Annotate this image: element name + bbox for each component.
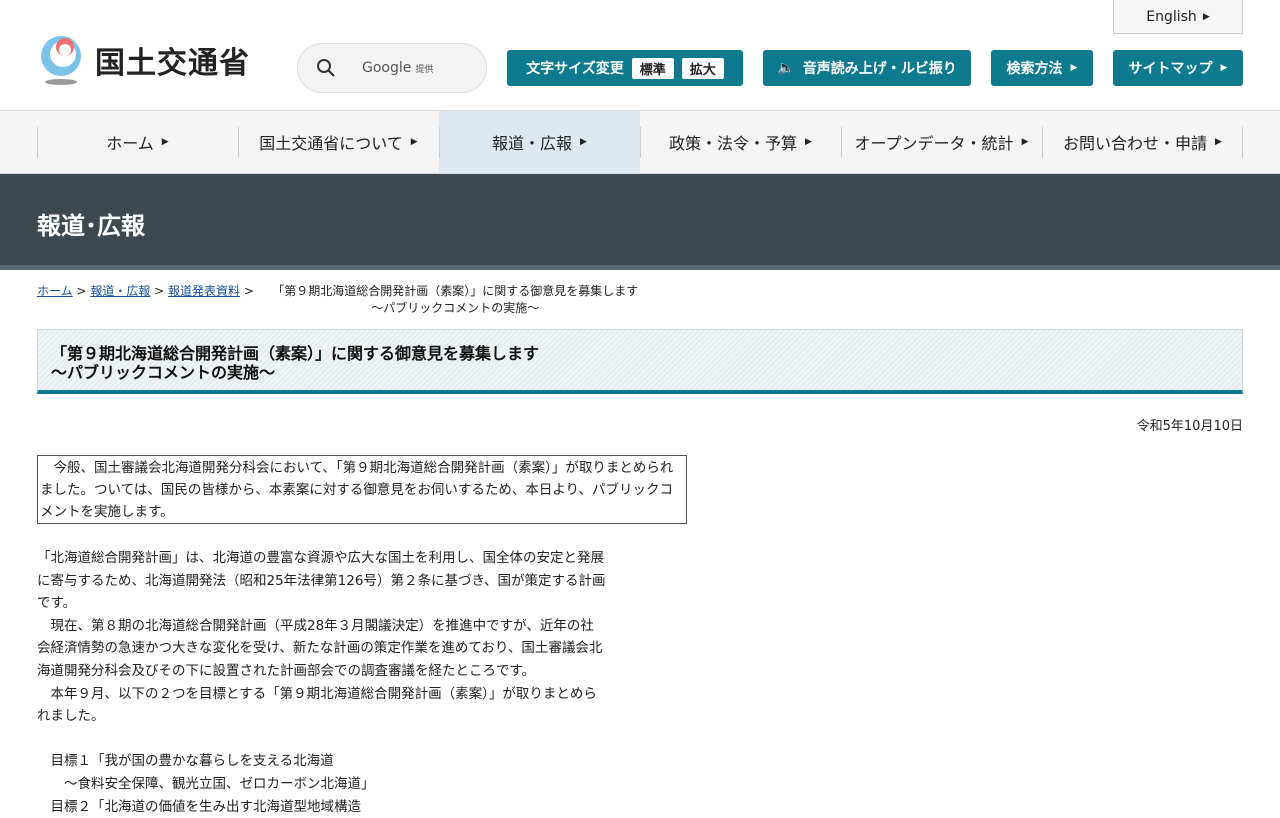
triangle-right-icon: ▶ [410,137,418,147]
font-large-button[interactable]: 拡大 [681,57,724,79]
nav-label: 国土交通省について [259,134,403,153]
title-line1: 「第９期北海道総合開発計画（素案）」に関する御意見を募集します [51,344,540,363]
goal-2: 目標２「北海道の価値を生み出す北海道型地域構造 [37,798,361,815]
body-paragraph: 「北海道総合開発計画」は、北海道の豊富な資源や広大な国土を利用し、国全体の安定と… [37,550,606,612]
nav-contact[interactable]: お問い合わせ・申請 ▶ [1042,111,1243,173]
nav-press[interactable]: 報道・広報 ▶ [439,111,640,173]
section-banner: 報道･広報 [0,174,1280,270]
breadcrumb-current-line1: 「第９期北海道総合開発計画（素案）」に関する御意見を募集します [272,284,639,298]
release-date: 令和5年10月10日 [1136,419,1243,434]
nav-label: お問い合わせ・申請 [1063,134,1208,153]
nav-label: 政策・法令・予算 [669,134,798,153]
font-size-label: 文字サイズ変更 [526,61,624,77]
nav-label: ホーム [106,134,154,153]
triangle-right-icon: ▶ [805,137,812,147]
body-blank [37,728,607,751]
triangle-right-icon: ▶ [1220,63,1228,73]
font-size-control: 文字サイズ変更 標準 拡大 [507,50,743,86]
nav-home[interactable]: ホーム ▶ [37,111,238,173]
body-paragraph: 本年９月、以下の２つを目標とする「第９期北海道総合開発計画（素案）」が取りまとめ… [37,685,597,725]
search-method-label: 検索方法 [1006,61,1063,77]
triangle-right-icon: ▶ [1070,63,1078,73]
speech-button[interactable]: 🔈 音声読み上げ・ルビ振り [763,50,971,86]
goal-1: 目標１「我が国の豊かな暮らしを支える北海道 [37,753,334,770]
breadcrumb-current: 「第９期北海道総合開発計画（素案）」に関する御意見を募集します ～パブリックコメン… [258,283,653,317]
triangle-right-icon: ▶ [1202,11,1210,22]
sitemap-button[interactable]: サイトマップ ▶ [1113,50,1243,86]
font-standard-button[interactable]: 標準 [631,57,674,79]
body-paragraph: 現在、第８期の北海道総合開発計画（平成28年３月閣議決定）を推進中ですが、近年の… [37,617,603,679]
article-body: 「北海道総合開発計画」は、北海道の豊富な資源や広大な国土を利用し、国全体の安定と… [37,547,607,818]
nav-about[interactable]: 国土交通省について ▶ [238,111,439,173]
breadcrumb: ホーム > 報道・広報 > 報道発表資料 > 「第９期北海道総合開発計画（素案）… [37,283,657,317]
english-label: English [1146,8,1197,25]
summary-box: 今般、国土審議会北海道開発分科会において、「第９期北海道総合開発計画（素案）」が… [37,455,687,524]
speech-label: 音声読み上げ・ルビ振り [802,61,957,77]
triangle-right-icon: ▶ [161,137,169,147]
goal-1-sub: ～食料安全保障、観光立国、ゼロカーボン北海道」 [37,775,375,792]
site-search[interactable]: Google 提供 [297,43,487,93]
nav-opendata[interactable]: オープンデータ・統計 ▶ [841,111,1042,173]
breadcrumb-press[interactable]: 報道・広報 [90,284,150,298]
logo-text: 国土交通省 [95,46,250,81]
triangle-right-icon: ▶ [1215,137,1222,147]
search-method-button[interactable]: 検索方法 ▶ [991,50,1093,86]
global-nav: ホーム ▶ 国土交通省について ▶ 報道・広報 ▶ 政策・法令・予算 ▶ オープンデータ… [0,111,1280,174]
google-label: Google [362,60,412,76]
mlit-logo-icon [41,36,81,85]
site-logo[interactable]: 国土交通省 [37,34,250,86]
site-header: English ▶ 国土交通省 Google 提供 文字サイズ変更 標準 拡大 🔈 音… [0,0,1280,111]
nav-policy[interactable]: 政策・法令・予算 ▶ [640,111,841,173]
provider-suffix: 提供 [415,65,434,75]
search-icon [317,59,335,77]
title-line2: ～パブリックコメントの実施～ [51,363,276,382]
breadcrumb-releases[interactable]: 報道発表資料 [168,284,240,298]
page-title: 「第９期北海道総合開発計画（素案）」に関する御意見を募集します ～パブリックコメ… [37,329,1243,394]
search-provider: Google 提供 [362,60,433,76]
english-link[interactable]: English ▶ [1113,0,1243,34]
triangle-right-icon: ▶ [1021,137,1029,147]
nav-label: オープンデータ・統計 [854,134,1014,153]
breadcrumb-current-line2: ～パブリックコメントの実施～ [371,301,540,315]
triangle-right-icon: ▶ [580,137,587,147]
speaker-icon: 🔈 [777,60,795,76]
sitemap-label: サイトマップ [1128,61,1213,77]
nav-label: 報道・広報 [492,134,573,153]
breadcrumb-home[interactable]: ホーム [37,284,73,298]
